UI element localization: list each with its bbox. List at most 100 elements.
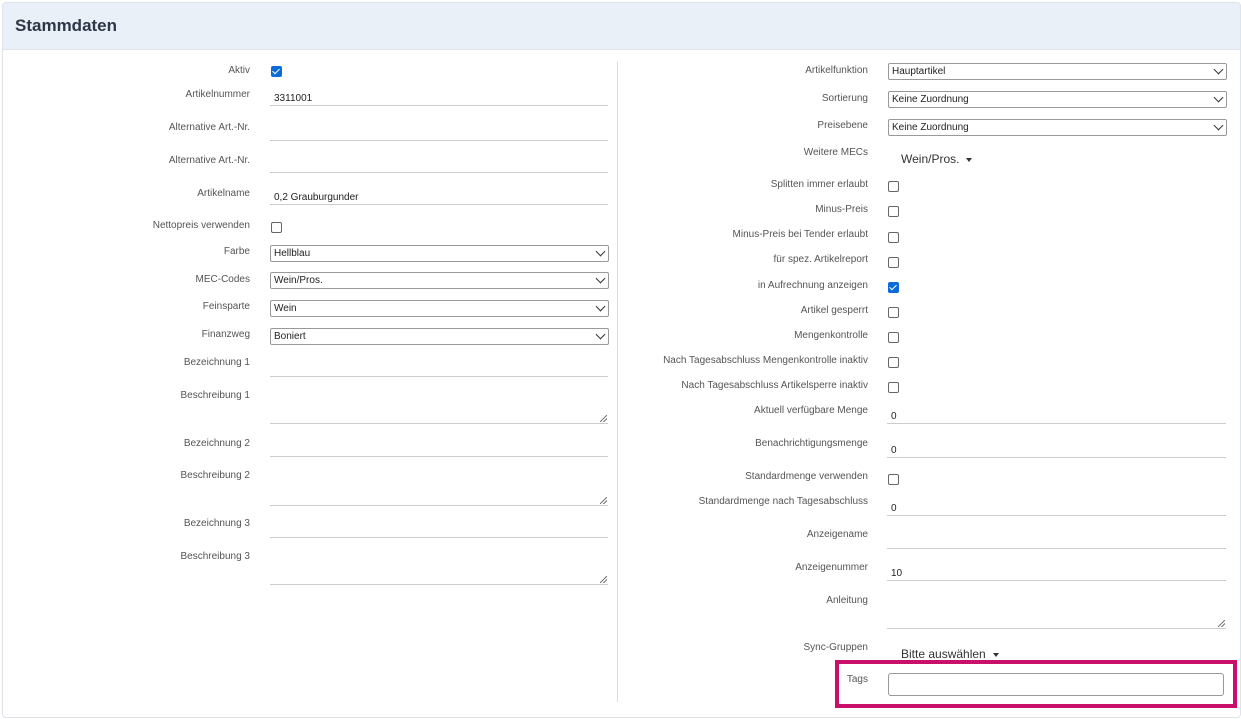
- tags-highlight-box: [835, 660, 1237, 708]
- resize-grip-icon[interactable]: [600, 415, 607, 422]
- alternative-art-nr-1-input[interactable]: [270, 123, 608, 141]
- preisebene-value: Keine Zuordnung: [892, 122, 969, 133]
- sync-gruppen-dropdown[interactable]: Bitte auswählen: [901, 647, 999, 661]
- alternative-art-nr-1-label: Alternative Art.-Nr.: [168, 122, 250, 133]
- finanzweg-label: Finanzweg: [201, 329, 250, 340]
- artikelfunktion-value: Hauptartikel: [892, 66, 946, 77]
- spez-artikelreport-checkbox[interactable]: [888, 257, 899, 268]
- tagesabschluss-artikelsperre-checkbox[interactable]: [888, 382, 899, 393]
- standardmenge-tagesabschluss-input[interactable]: 0: [887, 498, 1226, 516]
- anzeigename-input[interactable]: [887, 531, 1226, 549]
- caret-down-icon: [966, 157, 973, 162]
- beschreibung-1-label: Beschreibung 1: [180, 390, 251, 401]
- farbe-value: Hellblau: [274, 248, 311, 259]
- column-divider: [617, 62, 618, 702]
- verfuegbare-menge-label: Aktuell verfügbare Menge: [754, 405, 868, 416]
- sortierung-value: Keine Zuordnung: [892, 94, 969, 105]
- chevron-down-icon: [595, 329, 606, 340]
- artikel-gesperrt-label: Artikel gesperrt: [800, 305, 868, 316]
- tagesabschluss-artikelsperre-label: Nach Tagesabschluss Artikelsperre inakti…: [681, 380, 868, 391]
- card-header: Stammdaten: [3, 3, 1240, 50]
- artikelnummer-label: Artikelnummer: [185, 89, 250, 100]
- artikelfunktion-select[interactable]: Hauptartikel: [888, 63, 1227, 80]
- bezeichnung-3-label: Bezeichnung 3: [183, 518, 250, 529]
- anleitung-textarea[interactable]: [887, 595, 1226, 629]
- bezeichnung-2-input[interactable]: [270, 439, 608, 457]
- nettopreis-checkbox[interactable]: [271, 222, 282, 233]
- bezeichnung-1-input[interactable]: [270, 359, 608, 377]
- standardmenge-verwenden-checkbox[interactable]: [888, 474, 899, 485]
- weitere-mecs-dropdown[interactable]: Wein/Pros.: [901, 152, 973, 166]
- caret-down-icon: [992, 652, 999, 657]
- mengenkontrolle-label: Mengenkontrolle: [794, 330, 868, 341]
- chevron-down-icon: [595, 301, 606, 312]
- farbe-select[interactable]: Hellblau: [270, 245, 609, 262]
- sortierung-label: Sortierung: [821, 93, 868, 104]
- verfuegbare-menge-input[interactable]: 0: [887, 406, 1226, 424]
- chevron-down-icon: [595, 246, 606, 257]
- anleitung-label: Anleitung: [826, 595, 868, 606]
- card-title: Stammdaten: [15, 16, 118, 35]
- beschreibung-1-textarea[interactable]: [270, 390, 608, 424]
- spez-artikelreport-label: für spez. Artikelreport: [773, 254, 868, 265]
- feinsparte-label: Feinsparte: [202, 301, 250, 312]
- tagesabschluss-mengenkontrolle-checkbox[interactable]: [888, 357, 899, 368]
- beschreibung-3-label: Beschreibung 3: [180, 551, 251, 562]
- preisebene-select[interactable]: Keine Zuordnung: [888, 119, 1227, 136]
- sync-gruppen-label: Sync-Gruppen: [803, 642, 868, 653]
- aktiv-checkbox[interactable]: [271, 66, 282, 77]
- beschreibung-3-textarea[interactable]: [270, 551, 608, 585]
- bezeichnung-3-input[interactable]: [270, 520, 608, 538]
- weitere-mecs-value: Wein/Pros.: [901, 152, 960, 166]
- bezeichnung-1-label: Bezeichnung 1: [183, 357, 250, 368]
- mec-codes-label: MEC-Codes: [195, 274, 250, 285]
- aufrechnung-label: in Aufrechnung anzeigen: [757, 280, 868, 291]
- splitten-label: Splitten immer erlaubt: [770, 179, 868, 190]
- resize-grip-icon[interactable]: [600, 497, 607, 504]
- artikelnummer-input[interactable]: 3311001: [270, 88, 608, 106]
- alternative-art-nr-2-input[interactable]: [270, 155, 608, 173]
- beschreibung-2-textarea[interactable]: [270, 472, 608, 506]
- artikelname-input[interactable]: 0,2 Grauburgunder: [270, 187, 608, 205]
- farbe-label: Farbe: [223, 246, 250, 257]
- resize-grip-icon[interactable]: [1218, 620, 1225, 627]
- benachrichtigungsmenge-label: Benachrichtigungsmenge: [755, 438, 868, 449]
- mengenkontrolle-checkbox[interactable]: [888, 332, 899, 343]
- minus-preis-tender-checkbox[interactable]: [888, 232, 899, 243]
- anzeigename-label: Anzeigename: [806, 529, 868, 540]
- splitten-checkbox[interactable]: [888, 181, 899, 192]
- minus-preis-label: Minus-Preis: [815, 204, 868, 215]
- nettopreis-label: Nettopreis verwenden: [152, 220, 250, 231]
- minus-preis-tender-label: Minus-Preis bei Tender erlaubt: [732, 229, 868, 240]
- resize-grip-icon[interactable]: [600, 576, 607, 583]
- finanzweg-select[interactable]: Boniert: [270, 328, 609, 345]
- sortierung-select[interactable]: Keine Zuordnung: [888, 91, 1227, 108]
- aufrechnung-checkbox[interactable]: [888, 282, 899, 293]
- weitere-mecs-label: Weitere MECs: [803, 147, 868, 158]
- standardmenge-verwenden-label: Standardmenge verwenden: [745, 471, 868, 482]
- chevron-down-icon: [1213, 120, 1224, 131]
- artikelfunktion-label: Artikelfunktion: [805, 65, 868, 76]
- standardmenge-tagesabschluss-label: Standardmenge nach Tagesabschluss: [698, 496, 868, 507]
- beschreibung-2-label: Beschreibung 2: [180, 470, 251, 481]
- finanzweg-value: Boniert: [274, 331, 306, 342]
- mec-codes-value: Wein/Pros.: [274, 275, 323, 286]
- artikelname-label: Artikelname: [197, 188, 250, 199]
- artikel-gesperrt-checkbox[interactable]: [888, 307, 899, 318]
- alternative-art-nr-2-label: Alternative Art.-Nr.: [168, 155, 250, 166]
- anzeigenummer-label: Anzeigenummer: [795, 562, 868, 573]
- feinsparte-value: Wein: [274, 303, 297, 314]
- benachrichtigungsmenge-input[interactable]: 0: [887, 440, 1226, 458]
- bezeichnung-2-label: Bezeichnung 2: [183, 438, 250, 449]
- minus-preis-checkbox[interactable]: [888, 206, 899, 217]
- sync-gruppen-value: Bitte auswählen: [901, 647, 986, 661]
- chevron-down-icon: [1213, 92, 1224, 103]
- mec-codes-select[interactable]: Wein/Pros.: [270, 272, 609, 289]
- tagesabschluss-mengenkontrolle-label: Nach Tagesabschluss Mengenkontrolle inak…: [663, 355, 868, 366]
- chevron-down-icon: [595, 273, 606, 284]
- preisebene-label: Preisebene: [817, 120, 868, 131]
- aktiv-label: Aktiv: [228, 65, 250, 76]
- anzeigenummer-input[interactable]: 10: [887, 563, 1226, 581]
- feinsparte-select[interactable]: Wein: [270, 300, 609, 317]
- chevron-down-icon: [1213, 64, 1224, 75]
